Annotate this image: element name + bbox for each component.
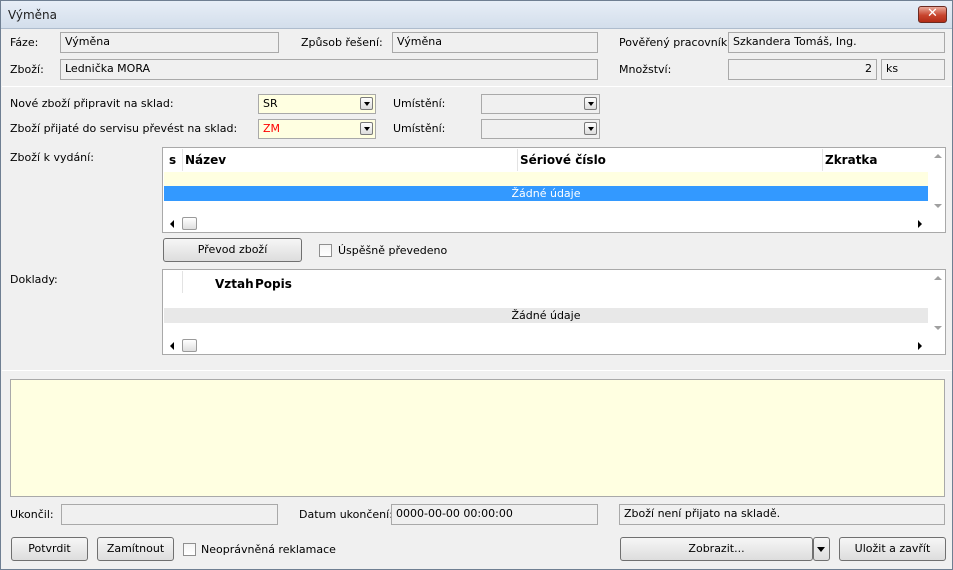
- nove-zbozi-sklad-value: SR: [263, 97, 278, 110]
- umisteni-select-1[interactable]: [481, 94, 600, 114]
- zpusob-reseni-field: Výměna: [392, 32, 598, 53]
- column-separator: [182, 271, 183, 293]
- window-title: Výměna: [8, 8, 58, 22]
- dialog-window: Výměna ✕ Fáze: Výměna Způsob řešení: Vým…: [0, 0, 953, 570]
- dropdown-arrow-icon[interactable]: [584, 97, 597, 110]
- ulozit-a-zavrit-button[interactable]: Uložit a zavřít: [839, 537, 946, 561]
- dropdown-arrow-icon[interactable]: [584, 122, 597, 135]
- nove-zbozi-sklad-select[interactable]: SR: [258, 94, 376, 114]
- scroll-right-icon[interactable]: [918, 220, 922, 228]
- zbozi-k-vydani-grid[interactable]: s Název Sériové číslo Zkratka Žádné údaj…: [162, 147, 946, 233]
- datum-ukonceni-label: Datum ukončení:: [299, 508, 393, 521]
- scroll-right-icon[interactable]: [918, 342, 922, 350]
- mnozstvi-field: 2: [728, 59, 877, 80]
- uspesne-prevedeno-label: Úspěšně převedeno: [338, 244, 448, 257]
- horizontal-scrollbar[interactable]: [164, 215, 930, 232]
- zamitnout-button[interactable]: Zamítnout: [97, 537, 174, 561]
- close-icon: ✕: [927, 6, 938, 21]
- zbozi-field: Lednička MORA: [60, 59, 598, 80]
- uspesne-prevedeno-checkbox[interactable]: [319, 244, 332, 257]
- mnozstvi-label: Množství:: [619, 63, 672, 76]
- title-bar: Výměna ✕: [1, 1, 952, 29]
- scroll-up-icon[interactable]: [934, 154, 942, 158]
- ukoncil-field: [61, 504, 278, 525]
- column-header-seriove-cislo[interactable]: Sériové číslo: [520, 148, 606, 172]
- umisteni-label-1: Umístění:: [393, 97, 446, 110]
- scroll-left-icon[interactable]: [170, 342, 174, 350]
- zobrazit-dropdown-button[interactable]: [813, 537, 830, 561]
- neopravnena-reklamace-checkbox[interactable]: [183, 543, 196, 556]
- filter-row[interactable]: [164, 172, 928, 186]
- column-header-zkratka[interactable]: Zkratka: [825, 148, 878, 172]
- doklady-label: Doklady:: [10, 273, 58, 286]
- horizontal-scrollbar[interactable]: [164, 337, 930, 354]
- stav-skladu-field: Zboží není přijato na skladě.: [619, 504, 945, 525]
- separator: [2, 86, 952, 87]
- empty-row-selected[interactable]: Žádné údaje: [164, 186, 928, 201]
- separator: [2, 370, 952, 371]
- prijate-zbozi-sklad-select[interactable]: ZM: [258, 119, 376, 139]
- ukoncil-label: Ukončil:: [10, 508, 54, 521]
- scroll-down-icon[interactable]: [934, 204, 942, 208]
- umisteni-label-2: Umístění:: [393, 122, 446, 135]
- vertical-scrollbar[interactable]: [931, 270, 945, 338]
- povereny-pracovnik-field: Szkandera Tomáš, Ing.: [728, 32, 945, 53]
- zbozi-label: Zboží:: [10, 63, 44, 76]
- neopravnena-reklamace-label: Neoprávněná reklamace: [201, 543, 336, 556]
- prijate-zbozi-sklad-value: ZM: [263, 122, 281, 135]
- column-separator: [182, 149, 183, 171]
- notes-textarea[interactable]: [10, 379, 945, 497]
- scroll-thumb[interactable]: [182, 339, 197, 352]
- dropdown-arrow-icon: [817, 547, 825, 552]
- dropdown-arrow-icon[interactable]: [360, 122, 373, 135]
- zobrazit-button[interactable]: Zobrazit...: [620, 537, 813, 561]
- scroll-up-icon[interactable]: [934, 276, 942, 280]
- column-separator: [822, 149, 823, 171]
- column-header-popis[interactable]: Popis: [255, 272, 292, 296]
- prijate-zbozi-sklad-label: Zboží přijaté do servisu převést na skla…: [10, 122, 238, 135]
- scroll-left-icon[interactable]: [170, 220, 174, 228]
- zpusob-reseni-label: Způsob řešení:: [301, 36, 383, 49]
- vertical-scrollbar[interactable]: [931, 148, 945, 216]
- umisteni-select-2[interactable]: [481, 119, 600, 139]
- nove-zbozi-sklad-label: Nové zboží připravit na sklad:: [10, 97, 174, 110]
- doklady-grid[interactable]: Vztah Popis Žádné údaje: [162, 269, 946, 355]
- column-header-vztah[interactable]: Vztah: [215, 272, 254, 296]
- mnozstvi-unit: ks: [881, 59, 945, 80]
- empty-row[interactable]: Žádné údaje: [164, 308, 928, 323]
- dropdown-arrow-icon[interactable]: [360, 97, 373, 110]
- close-button[interactable]: ✕: [918, 6, 947, 23]
- faze-field: Výměna: [60, 32, 279, 53]
- scroll-down-icon[interactable]: [934, 326, 942, 330]
- zbozi-k-vydani-label: Zboží k vydání:: [10, 151, 94, 164]
- prevod-zbozi-button[interactable]: Převod zboží: [163, 238, 302, 262]
- column-separator: [517, 149, 518, 171]
- filter-row[interactable]: [164, 294, 928, 308]
- datum-ukonceni-field: 0000-00-00 00:00:00: [391, 504, 598, 525]
- column-header-s[interactable]: s: [169, 148, 176, 172]
- column-header-nazev[interactable]: Název: [185, 148, 226, 172]
- faze-label: Fáze:: [10, 36, 39, 49]
- potvrdit-button[interactable]: Potvrdit: [11, 537, 88, 561]
- povereny-pracovnik-label: Pověřený pracovník:: [619, 36, 731, 49]
- scroll-thumb[interactable]: [182, 217, 197, 230]
